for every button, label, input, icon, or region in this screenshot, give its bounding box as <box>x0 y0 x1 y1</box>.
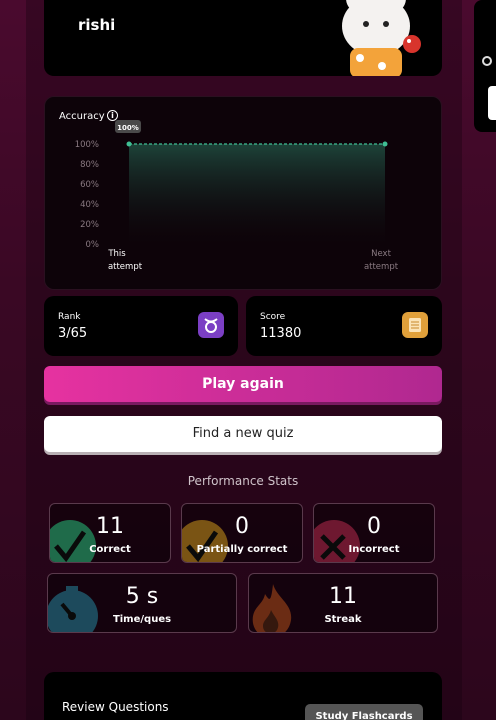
incorrect-value: 0 <box>367 514 381 539</box>
player-name: rishi <box>78 16 116 34</box>
streak-label: Streak <box>324 614 362 625</box>
streak-stat: 11 Streak <box>248 573 438 633</box>
play-again-button[interactable]: Play again <box>44 366 442 402</box>
profile-card: rishi <box>44 0 442 76</box>
correct-value: 11 <box>96 514 124 539</box>
avatar <box>342 0 421 76</box>
results-screen: rishi Accuracy i 100% 80% 60% 40% 20% 0%… <box>0 0 496 720</box>
performance-title: Performance Stats <box>187 474 299 488</box>
score-label: Score <box>260 312 286 322</box>
partial-label: Partially correct <box>196 544 288 555</box>
x-label-next-1: Next <box>371 249 391 259</box>
taurus-icon <box>198 312 224 338</box>
time-value: 5 s <box>125 584 159 609</box>
rank-card: Rank 3/65 <box>44 296 238 356</box>
x-label-next-2: attempt <box>364 262 399 272</box>
correct-label: Correct <box>89 544 131 555</box>
x-label-this-1: This <box>107 249 126 259</box>
x-label-this-2: attempt <box>108 262 143 272</box>
correct-stat: 11 Correct <box>49 503 171 563</box>
score-value: 11380 <box>260 326 302 341</box>
accuracy-area <box>129 144 385 244</box>
rank-label: Rank <box>58 312 81 322</box>
data-point-this-attempt <box>126 141 132 147</box>
y-tick-label: 100% <box>75 140 99 150</box>
partial-value: 0 <box>235 514 249 539</box>
streak-value: 11 <box>329 584 357 609</box>
side-card <box>474 0 496 132</box>
y-tick-label: 80% <box>80 160 99 170</box>
document-icon <box>402 312 428 338</box>
review-card: Review Questions Study Flashcards <box>44 672 442 720</box>
y-tick-label: 20% <box>80 220 99 230</box>
study-flashcards-button[interactable]: Study Flashcards <box>305 704 423 720</box>
y-tick-label: 60% <box>80 180 99 190</box>
rank-value: 3/65 <box>58 326 88 341</box>
y-tick-label: 40% <box>80 200 99 210</box>
tooltip-label: 100% <box>117 124 139 132</box>
side-radio[interactable] <box>482 56 492 66</box>
accuracy-card: Accuracy i 100% 80% 60% 40% 20% 0% 100% This … <box>44 96 442 290</box>
score-card: Score 11380 <box>246 296 442 356</box>
review-title: Review Questions <box>62 700 169 714</box>
incorrect-stat: 0 Incorrect <box>313 503 435 563</box>
y-tick-label: 0% <box>86 240 100 250</box>
partial-stat: 0 Partially correct <box>181 503 303 563</box>
data-point-next-attempt <box>382 141 388 147</box>
time-stat: 5 s Time/ques <box>47 573 237 633</box>
time-label: Time/ques <box>112 614 172 625</box>
side-button[interactable] <box>488 86 496 120</box>
incorrect-label: Incorrect <box>348 544 400 555</box>
find-new-quiz-button[interactable]: Find a new quiz <box>44 416 442 452</box>
accuracy-chart: 100% 80% 60% 40% 20% 0% 100% This attempt Nex… <box>75 120 399 272</box>
